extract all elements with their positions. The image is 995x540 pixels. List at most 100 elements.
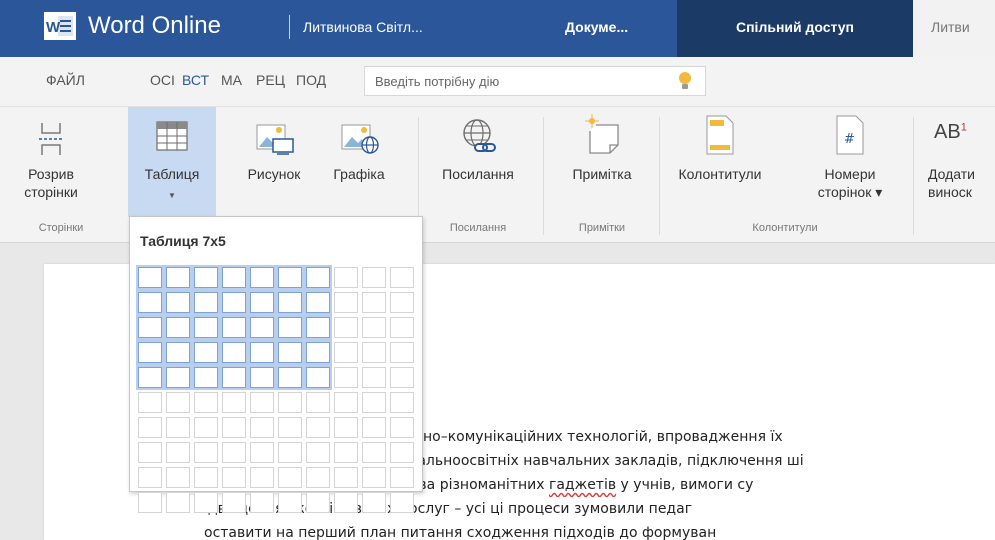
table-grid-cell[interactable]: [304, 340, 332, 365]
table-grid-cell[interactable]: [388, 490, 416, 515]
tab-home[interactable]: ОСІ: [150, 72, 180, 88]
graphics-button[interactable]: Графіка: [318, 107, 400, 217]
footnote-button[interactable]: AB1 Додати виноск: [920, 107, 995, 217]
table-grid-cell[interactable]: [248, 365, 276, 390]
table-grid-cell[interactable]: [248, 315, 276, 340]
table-grid-cell[interactable]: [192, 315, 220, 340]
table-grid-cell[interactable]: [192, 290, 220, 315]
table-grid-cell[interactable]: [220, 440, 248, 465]
share-button[interactable]: Спільний доступ: [677, 0, 913, 57]
table-grid-cell[interactable]: [136, 390, 164, 415]
document-name[interactable]: Докуме...: [565, 19, 628, 35]
table-grid-cell[interactable]: [304, 465, 332, 490]
table-button[interactable]: Таблиця ▼: [128, 107, 216, 217]
table-grid-cell[interactable]: [248, 465, 276, 490]
table-grid-cell[interactable]: [164, 315, 192, 340]
table-grid-cell[interactable]: [276, 440, 304, 465]
table-grid-cell[interactable]: [136, 490, 164, 515]
table-grid-cell[interactable]: [192, 415, 220, 440]
table-grid-cell[interactable]: [388, 440, 416, 465]
table-grid-cell[interactable]: [332, 365, 360, 390]
word-logo-icon[interactable]: W: [44, 12, 76, 40]
table-grid-cell[interactable]: [304, 290, 332, 315]
table-grid-cell[interactable]: [304, 490, 332, 515]
comment-button[interactable]: Примітка: [552, 107, 652, 217]
link-button[interactable]: Посилання: [423, 107, 533, 217]
table-grid-cell[interactable]: [332, 340, 360, 365]
table-grid-cell[interactable]: [164, 465, 192, 490]
table-grid-cell[interactable]: [360, 440, 388, 465]
table-grid-cell[interactable]: [360, 315, 388, 340]
table-grid-cell[interactable]: [220, 465, 248, 490]
table-grid-cell[interactable]: [276, 415, 304, 440]
table-grid-cell[interactable]: [388, 465, 416, 490]
table-grid-cell[interactable]: [304, 265, 332, 290]
table-grid-cell[interactable]: [192, 465, 220, 490]
user-account[interactable]: Литви: [913, 0, 995, 57]
table-grid-cell[interactable]: [304, 415, 332, 440]
table-grid-cell[interactable]: [136, 315, 164, 340]
table-grid-cell[interactable]: [360, 365, 388, 390]
table-grid-cell[interactable]: [192, 490, 220, 515]
table-grid-cell[interactable]: [248, 265, 276, 290]
tab-layout[interactable]: МА: [221, 72, 248, 88]
table-grid-cell[interactable]: [220, 490, 248, 515]
table-grid-cell[interactable]: [276, 365, 304, 390]
table-grid-cell[interactable]: [164, 365, 192, 390]
table-grid-cell[interactable]: [220, 390, 248, 415]
page-break-button[interactable]: Розрив сторінки: [16, 107, 86, 217]
table-grid-cell[interactable]: [220, 415, 248, 440]
page-numbers-button[interactable]: # Номери сторінок ▾: [795, 107, 905, 217]
picture-button[interactable]: Рисунок: [233, 107, 315, 217]
table-grid-cell[interactable]: [220, 365, 248, 390]
table-grid-cell[interactable]: [220, 340, 248, 365]
table-grid-cell[interactable]: [192, 340, 220, 365]
table-grid-cell[interactable]: [192, 365, 220, 390]
table-grid-cell[interactable]: [304, 440, 332, 465]
table-grid-cell[interactable]: [360, 390, 388, 415]
table-grid-cell[interactable]: [136, 290, 164, 315]
header-footer-button[interactable]: Колонтитули: [665, 107, 775, 217]
document-paragraph[interactable]: ійно–комунікаційних технологій, впровадж…: [204, 425, 995, 540]
owner-link[interactable]: Литвинова Світл...: [303, 19, 423, 35]
table-grid-cell[interactable]: [360, 490, 388, 515]
table-grid-cell[interactable]: [388, 290, 416, 315]
app-title[interactable]: Word Online: [88, 12, 221, 40]
table-grid-cell[interactable]: [360, 465, 388, 490]
table-grid-cell[interactable]: [136, 340, 164, 365]
table-grid-cell[interactable]: [388, 365, 416, 390]
table-grid-cell[interactable]: [332, 265, 360, 290]
table-grid-cell[interactable]: [332, 315, 360, 340]
table-grid-cell[interactable]: [388, 390, 416, 415]
table-grid-cell[interactable]: [304, 390, 332, 415]
table-grid-cell[interactable]: [136, 440, 164, 465]
table-grid-cell[interactable]: [220, 315, 248, 340]
table-grid-cell[interactable]: [276, 390, 304, 415]
table-grid-cell[interactable]: [192, 265, 220, 290]
table-grid-cell[interactable]: [276, 290, 304, 315]
table-grid-cell[interactable]: [164, 265, 192, 290]
table-grid-cell[interactable]: [164, 490, 192, 515]
table-grid-cell[interactable]: [164, 415, 192, 440]
table-grid-cell[interactable]: [164, 390, 192, 415]
table-grid-cell[interactable]: [220, 265, 248, 290]
table-grid-cell[interactable]: [136, 465, 164, 490]
table-grid-cell[interactable]: [276, 265, 304, 290]
tab-review[interactable]: РЕЦ: [256, 72, 287, 88]
table-grid-cell[interactable]: [220, 290, 248, 315]
table-grid-cell[interactable]: [192, 440, 220, 465]
table-grid-cell[interactable]: [332, 490, 360, 515]
table-grid-cell[interactable]: [164, 440, 192, 465]
table-grid-cell[interactable]: [360, 265, 388, 290]
table-grid-cell[interactable]: [248, 390, 276, 415]
table-grid-cell[interactable]: [304, 315, 332, 340]
table-grid-cell[interactable]: [360, 290, 388, 315]
table-grid-cell[interactable]: [304, 365, 332, 390]
tab-file[interactable]: ФАЙЛ: [46, 72, 100, 88]
table-grid-cell[interactable]: [276, 465, 304, 490]
table-grid-cell[interactable]: [360, 340, 388, 365]
table-grid-cell[interactable]: [136, 265, 164, 290]
table-grid-cell[interactable]: [136, 415, 164, 440]
table-grid-cell[interactable]: [248, 440, 276, 465]
table-grid-cell[interactable]: [388, 265, 416, 290]
